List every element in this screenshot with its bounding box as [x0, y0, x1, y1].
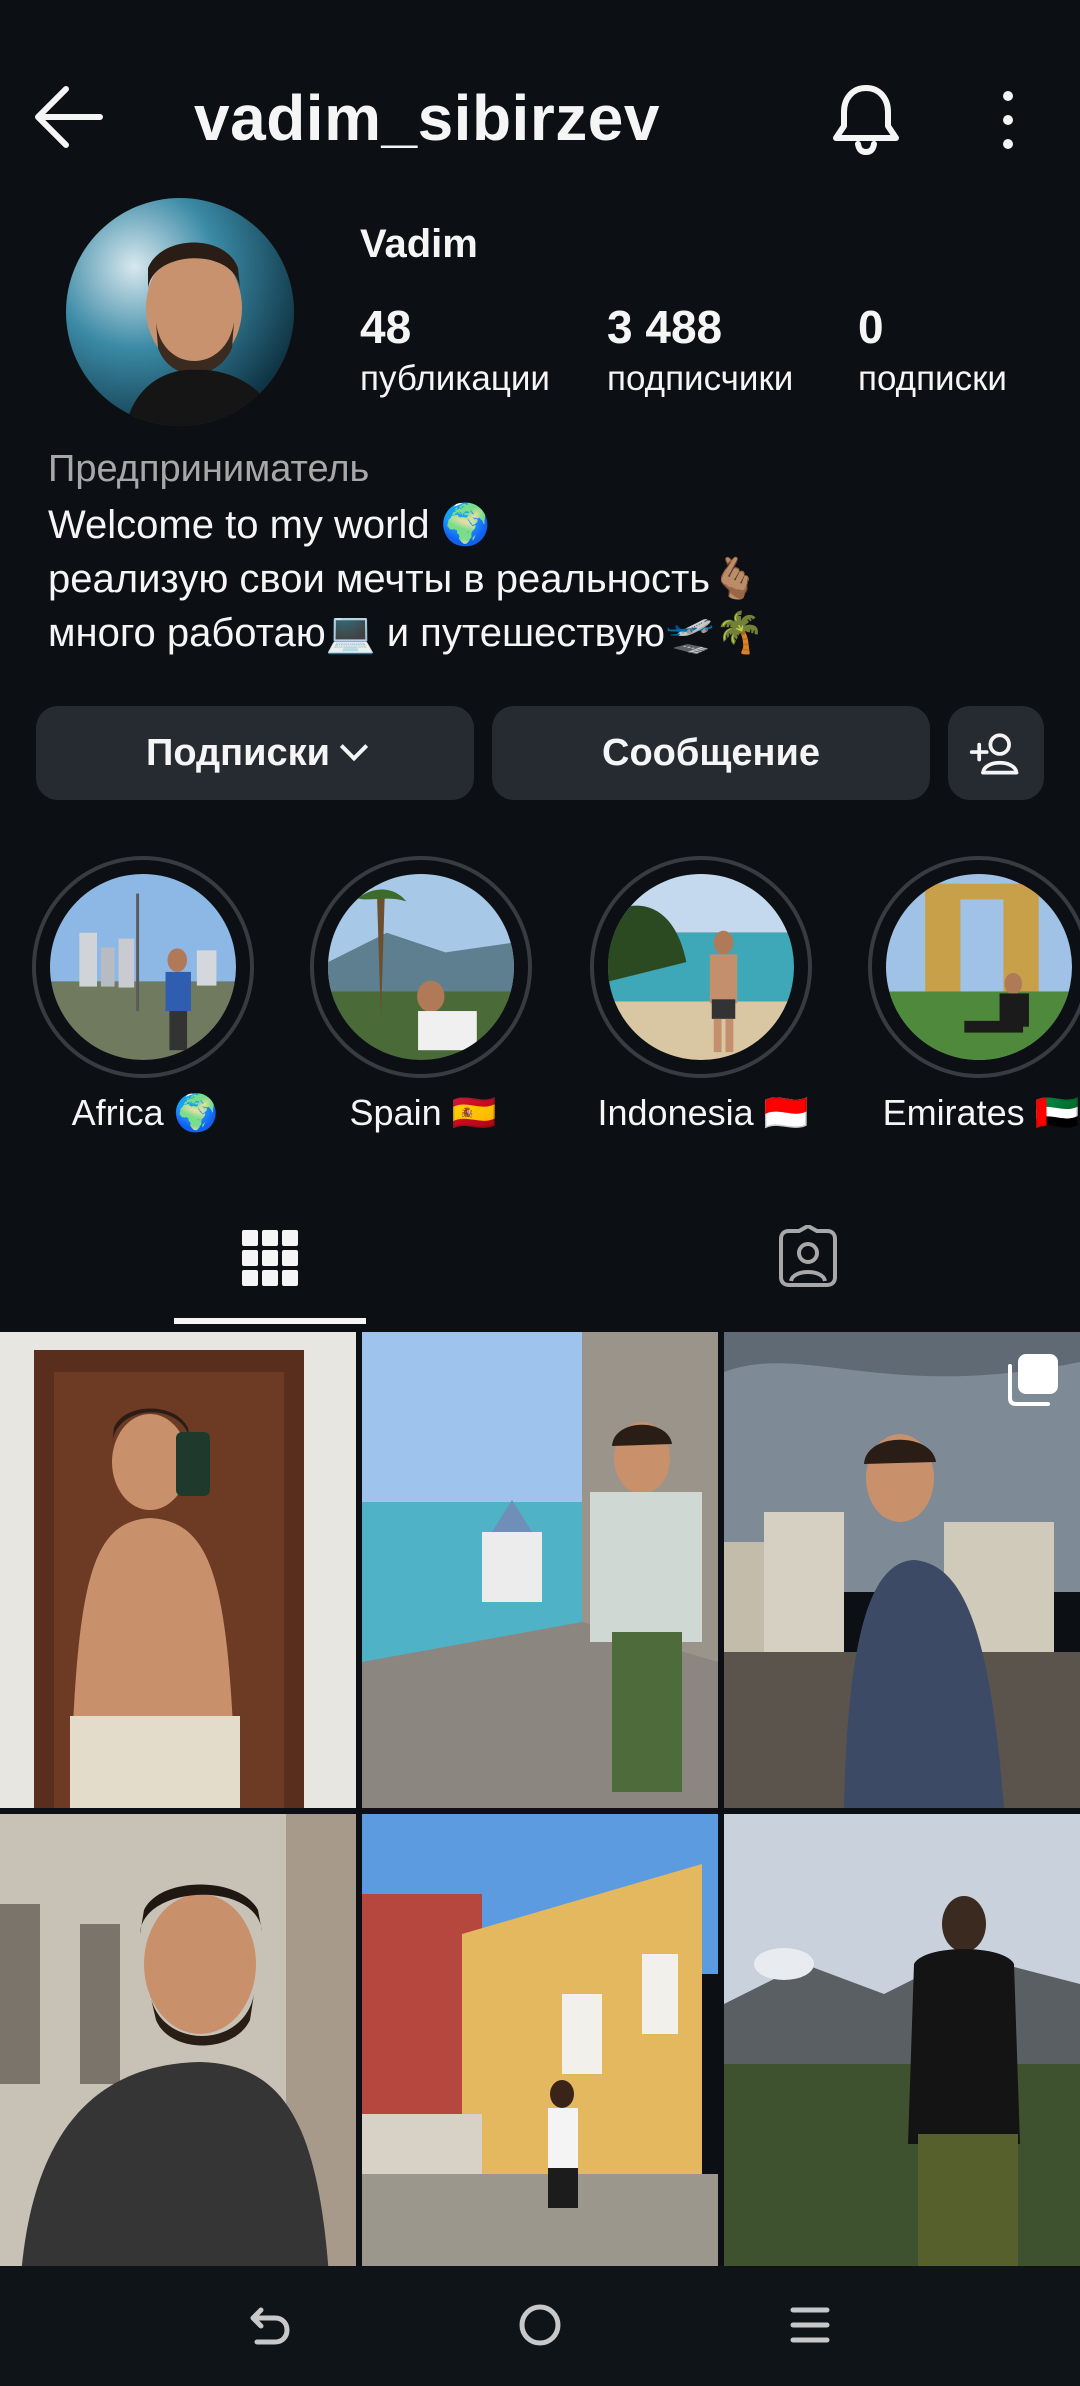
highlight-label: Africa 🌍	[71, 1092, 219, 1133]
display-name: Vadim	[360, 222, 478, 266]
stat-value: 48	[360, 301, 412, 353]
bio-line: Welcome to my world 🌍	[48, 503, 491, 547]
stat-value: 3 488	[607, 301, 723, 353]
more-vertical-icon	[1003, 91, 1013, 149]
recents-icon	[790, 2307, 830, 2343]
highlight-thumbnail	[886, 874, 1072, 1060]
bell-icon	[833, 85, 899, 156]
message-button-label: Сообщение	[602, 731, 820, 774]
home-circle-icon	[519, 2304, 561, 2346]
system-back-icon	[250, 2307, 290, 2345]
highlight-spain[interactable]: Spain 🇪🇸	[310, 856, 536, 1134]
post-thumbnail[interactable]	[724, 1814, 1080, 2290]
highlight-label: Indonesia 🇮🇩	[597, 1092, 809, 1133]
highlight-label: Spain 🇪🇸	[349, 1092, 497, 1133]
followers-count[interactable]: 3 488 подписчики	[607, 298, 793, 402]
system-recents-button[interactable]	[770, 2290, 850, 2360]
grid-icon	[242, 1230, 298, 1286]
profile-category: Предприниматель	[48, 448, 370, 490]
stat-label: подписчики	[607, 359, 794, 398]
back-button[interactable]	[30, 82, 108, 152]
profile-username: vadim_sibirzev	[194, 82, 660, 154]
back-arrow-icon	[35, 86, 103, 148]
highlight-label: Emirates 🇦🇪	[882, 1092, 1080, 1133]
following-count[interactable]: 0 подписки	[858, 298, 1007, 402]
tab-posts-grid[interactable]	[174, 1196, 366, 1320]
profile-avatar[interactable]	[66, 198, 294, 426]
more-options-button[interactable]	[986, 86, 1030, 154]
active-tab-indicator	[174, 1318, 366, 1324]
multiple-photos-icon	[1004, 1352, 1060, 1408]
post-thumbnail[interactable]	[362, 1814, 718, 2290]
highlight-thumbnail	[50, 874, 236, 1060]
highlight-emirates[interactable]: Emirates 🇦🇪	[868, 856, 1080, 1134]
suggest-users-button[interactable]	[948, 706, 1044, 800]
stat-label: публикации	[360, 359, 550, 398]
post-thumbnail[interactable]	[362, 1332, 718, 1808]
post-thumbnail[interactable]	[0, 1814, 356, 2290]
bio-line: много работаю💻 и путешествую🛫🌴	[48, 611, 765, 655]
stat-label: подписки	[858, 359, 1007, 398]
posts-count[interactable]: 48 публикации	[360, 298, 550, 402]
tab-tagged[interactable]	[712, 1196, 904, 1320]
following-button-label: Подписки	[146, 731, 330, 774]
message-button[interactable]: Сообщение	[492, 706, 930, 800]
highlight-thumbnail	[328, 874, 514, 1060]
highlight-thumbnail	[608, 874, 794, 1060]
following-button[interactable]: Подписки	[36, 706, 474, 800]
chevron-down-icon	[339, 732, 369, 762]
system-back-button[interactable]	[230, 2290, 310, 2360]
post-thumbnail[interactable]	[0, 1332, 356, 1808]
bio-line: реализую свои мечты в реальность🫰🏽	[48, 557, 760, 601]
add-person-icon	[969, 733, 1019, 775]
highlight-africa[interactable]: Africa 🌍	[32, 856, 258, 1134]
notifications-button[interactable]	[826, 78, 906, 158]
stat-value: 0	[858, 301, 884, 353]
highlight-indonesia[interactable]: Indonesia 🇮🇩	[590, 856, 816, 1134]
system-home-button[interactable]	[500, 2290, 580, 2360]
tagged-icon	[779, 1225, 837, 1287]
